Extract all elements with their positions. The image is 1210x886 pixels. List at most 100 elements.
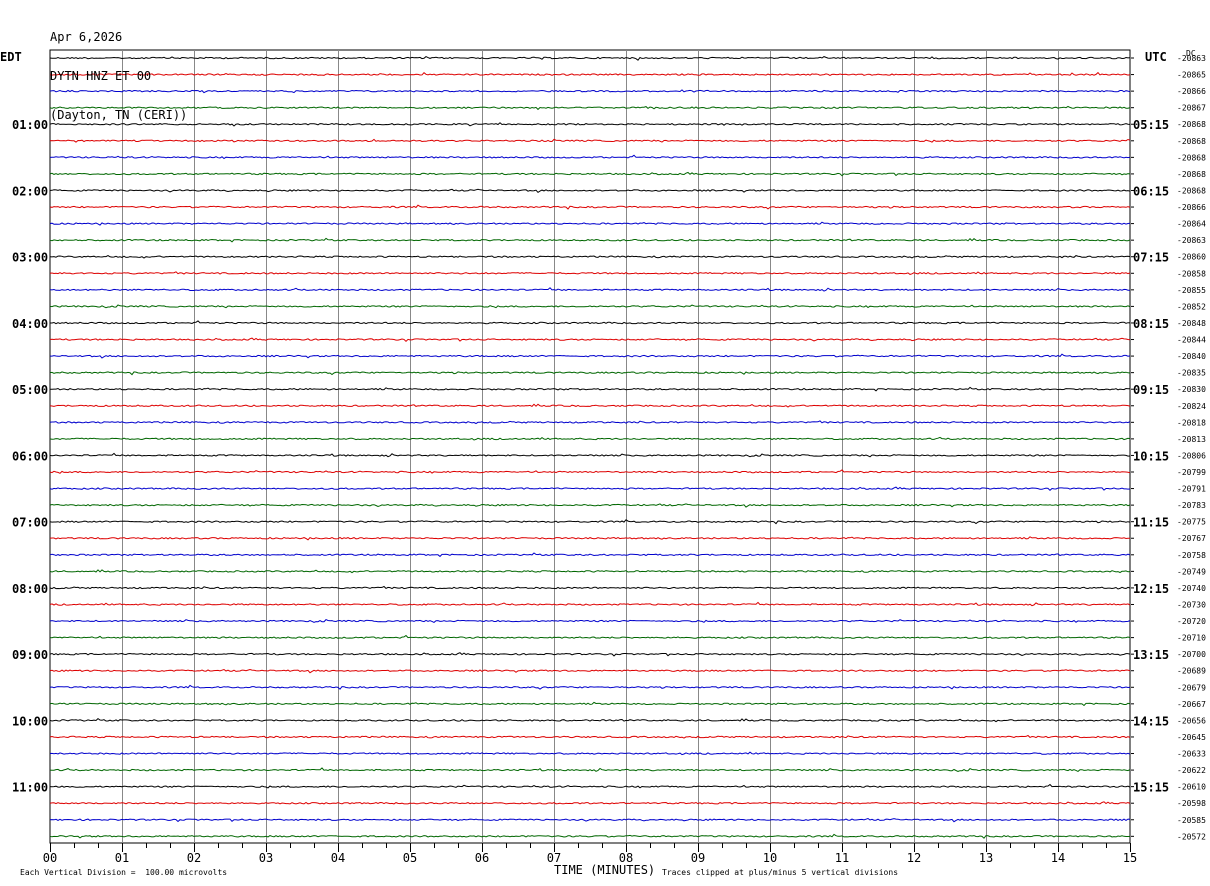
dc-offset-label: -20775 — [1177, 518, 1206, 527]
dc-offset-label: -20866 — [1177, 87, 1206, 96]
clip-note: Traces clipped at plus/minus 5 vertical … — [662, 868, 899, 877]
dc-offset-label: -20835 — [1177, 369, 1206, 378]
seismic-traces — [49, 56, 1131, 839]
seismic-trace — [49, 751, 1131, 756]
dc-offset-label: -20868 — [1177, 137, 1206, 146]
dc-offset-label: -20689 — [1177, 667, 1206, 676]
plot-frame — [49, 49, 1131, 844]
seismic-trace — [49, 701, 1131, 707]
x-tick-label: 04 — [331, 851, 345, 865]
dc-offset-label: -20585 — [1177, 816, 1206, 825]
utc-time-label: 15:15 — [1133, 781, 1169, 795]
seismic-trace — [49, 469, 1131, 474]
seismic-trace — [49, 255, 1131, 259]
seismic-trace — [50, 320, 1131, 325]
seismic-trace — [49, 89, 1131, 94]
x-tick-label: 11 — [835, 851, 849, 865]
seismic-trace — [49, 536, 1130, 541]
x-tick-label: 09 — [691, 851, 705, 865]
dc-offset-label: -20867 — [1177, 104, 1206, 113]
seismic-trace — [49, 436, 1131, 441]
seismic-trace — [49, 221, 1131, 226]
dc-offset-label: -20806 — [1177, 451, 1206, 460]
seismic-trace — [49, 171, 1131, 177]
seismic-trace — [49, 601, 1131, 607]
dc-offset-label: -20622 — [1177, 766, 1206, 775]
dc-offset-label: -20844 — [1177, 336, 1206, 345]
utc-time-label: 13:15 — [1133, 648, 1169, 662]
edt-time-label: 04:00 — [12, 317, 48, 331]
x-tick-label: 00 — [43, 851, 57, 865]
dc-offset-label: -20572 — [1177, 832, 1206, 841]
seismic-trace — [49, 569, 1131, 574]
seismic-trace — [49, 105, 1131, 111]
seismic-trace — [49, 371, 1131, 376]
x-tick-label: 12 — [907, 851, 921, 865]
seismic-trace — [49, 287, 1130, 292]
seismic-trace — [49, 452, 1131, 458]
utc-time-label: 05:15 — [1133, 118, 1169, 132]
dc-offset-label: -20749 — [1177, 567, 1206, 576]
x-tick-label: 06 — [475, 851, 489, 865]
utc-time-label: 08:15 — [1133, 317, 1169, 331]
x-tick-label: 15 — [1123, 851, 1137, 865]
dc-offset-label: -20868 — [1177, 170, 1206, 179]
dc-offset-label: -20758 — [1177, 551, 1206, 560]
dc-offset-label: -20840 — [1177, 352, 1206, 361]
x-tick-label: 02 — [187, 851, 201, 865]
x-tick-label: 14 — [1051, 851, 1065, 865]
header-date: Apr 6,2026 — [50, 30, 123, 44]
dc-offset-label: -20860 — [1177, 253, 1206, 262]
utc-time-label: 07:15 — [1133, 251, 1169, 265]
dc-offset-label: -20791 — [1177, 485, 1206, 494]
edt-time-label: 08:00 — [12, 582, 48, 596]
seismic-trace — [49, 585, 1131, 590]
utc-time-label: 14:15 — [1133, 714, 1169, 728]
dc-column-label: DC — [1186, 49, 1196, 58]
utc-time-label: 12:15 — [1133, 582, 1169, 596]
edt-time-label: 03:00 — [12, 251, 48, 265]
seismic-trace — [49, 420, 1131, 425]
utc-time-label: 11:15 — [1133, 516, 1169, 530]
edt-time-label: 07:00 — [12, 516, 48, 530]
dc-offset-label: -20852 — [1177, 302, 1206, 311]
dc-offset-label: -20656 — [1177, 716, 1206, 725]
dc-offset-label: -20864 — [1177, 220, 1206, 229]
seismic-trace — [49, 386, 1131, 392]
axis-labels: 00 01 02 03 04 05 06 07 08 09 10 11 12 13 14 15-20863-2… — [12, 54, 1206, 865]
dc-offset-label: -20730 — [1177, 600, 1206, 609]
x-axis-title: TIME (MINUTES) — [554, 863, 656, 877]
seismic-trace — [49, 403, 1131, 408]
header-location: (Dayton, TN (CERI)) — [50, 108, 188, 122]
seismic-trace — [49, 154, 1131, 160]
seismic-trace — [50, 353, 1131, 359]
seismic-trace — [49, 486, 1131, 491]
seismic-trace — [49, 684, 1131, 690]
seismic-trace — [49, 519, 1131, 525]
dc-offset-label: -20868 — [1177, 153, 1206, 162]
seismic-trace — [49, 801, 1131, 805]
seismic-trace — [49, 122, 1131, 127]
edt-time-label: 06:00 — [12, 449, 48, 463]
x-tick-label: 03 — [259, 851, 273, 865]
scale-note: Each Vertical Division = 100.00 microvol… — [20, 868, 228, 877]
dc-offset-label: -20633 — [1177, 750, 1206, 759]
timezone-right: UTC — [1145, 50, 1167, 64]
dc-offset-label: -20848 — [1177, 319, 1206, 328]
seismic-trace — [49, 833, 1131, 839]
edt-time-label: 11:00 — [12, 781, 48, 795]
x-tick-label: 05 — [403, 851, 417, 865]
seismic-trace — [49, 552, 1131, 558]
x-tick-label: 13 — [979, 851, 993, 865]
seismic-trace — [49, 71, 1131, 76]
seismic-trace — [49, 783, 1131, 789]
edt-time-label: 10:00 — [12, 714, 48, 728]
dc-offset-label: -20818 — [1177, 418, 1206, 427]
dc-offset-label: -20598 — [1177, 799, 1206, 808]
seismic-trace — [49, 204, 1131, 210]
dc-offset-label: -20855 — [1177, 286, 1206, 295]
edt-time-label: 01:00 — [12, 118, 48, 132]
dc-offset-label: -20824 — [1177, 402, 1206, 411]
timezone-left: EDT — [0, 50, 22, 64]
edt-time-label: 02:00 — [12, 184, 48, 198]
